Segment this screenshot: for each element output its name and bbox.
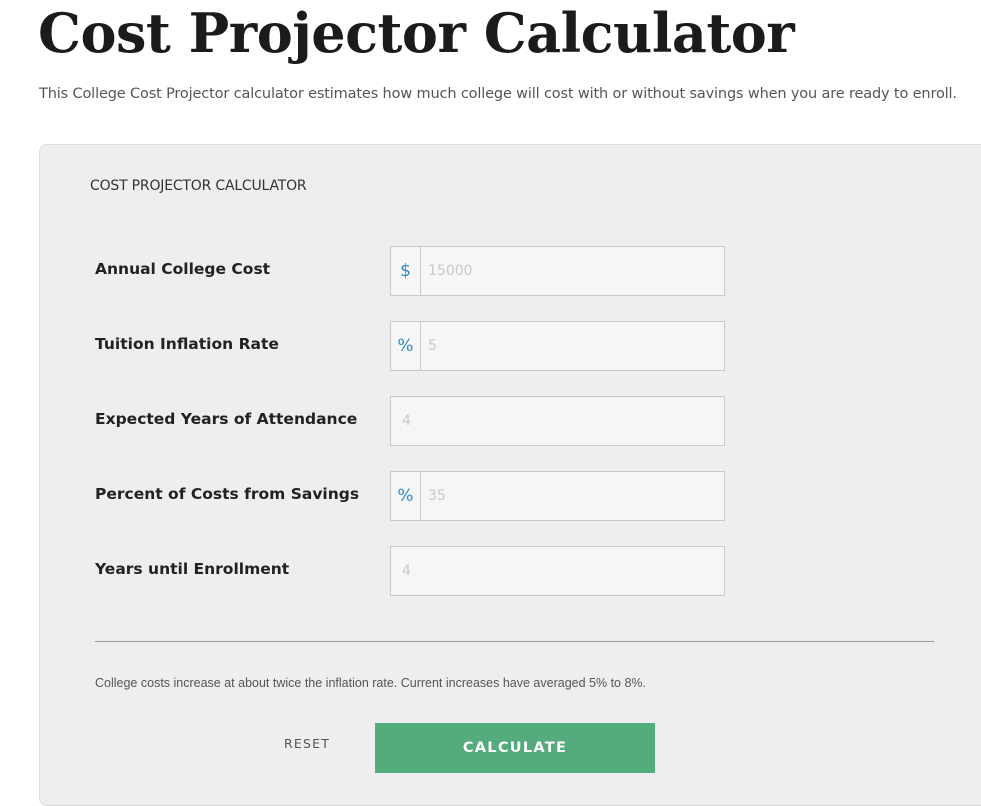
- page-title: Cost Projector Calculator: [38, 1, 795, 65]
- divider: [95, 641, 934, 642]
- percent-costs-savings-input[interactable]: [421, 473, 724, 519]
- expected-years-attendance-input[interactable]: [391, 398, 724, 444]
- reset-button[interactable]: RESET: [276, 730, 338, 757]
- expected-years-attendance-field: [390, 396, 725, 446]
- annual-college-cost-field: $: [390, 246, 725, 296]
- intro-text: This College Cost Projector calculator e…: [39, 86, 957, 102]
- years-until-enrollment-field: [390, 546, 725, 596]
- calculator-panel: COST PROJECTOR CALCULATOR Annual College…: [39, 144, 981, 806]
- percent-costs-savings-field: %: [390, 471, 725, 521]
- percent-icon: %: [391, 472, 421, 520]
- tuition-inflation-rate-label: Tuition Inflation Rate: [95, 335, 279, 353]
- calculator-title: COST PROJECTOR CALCULATOR: [90, 178, 307, 194]
- dollar-icon: $: [391, 247, 421, 295]
- annual-college-cost-input[interactable]: [421, 248, 724, 294]
- percent-icon: %: [391, 322, 421, 370]
- tuition-inflation-rate-field: %: [390, 321, 725, 371]
- annual-college-cost-label: Annual College Cost: [95, 260, 271, 278]
- years-until-enrollment-input[interactable]: [391, 548, 724, 594]
- years-until-enrollment-label: Years until Enrollment: [95, 560, 290, 578]
- inflation-note: College costs increase at about twice th…: [95, 676, 647, 690]
- calculate-button[interactable]: CALCULATE: [375, 723, 655, 773]
- expected-years-attendance-label: Expected Years of Attendance: [95, 410, 358, 428]
- tuition-inflation-rate-input[interactable]: [421, 323, 724, 369]
- percent-costs-savings-label: Percent of Costs from Savings: [95, 485, 360, 503]
